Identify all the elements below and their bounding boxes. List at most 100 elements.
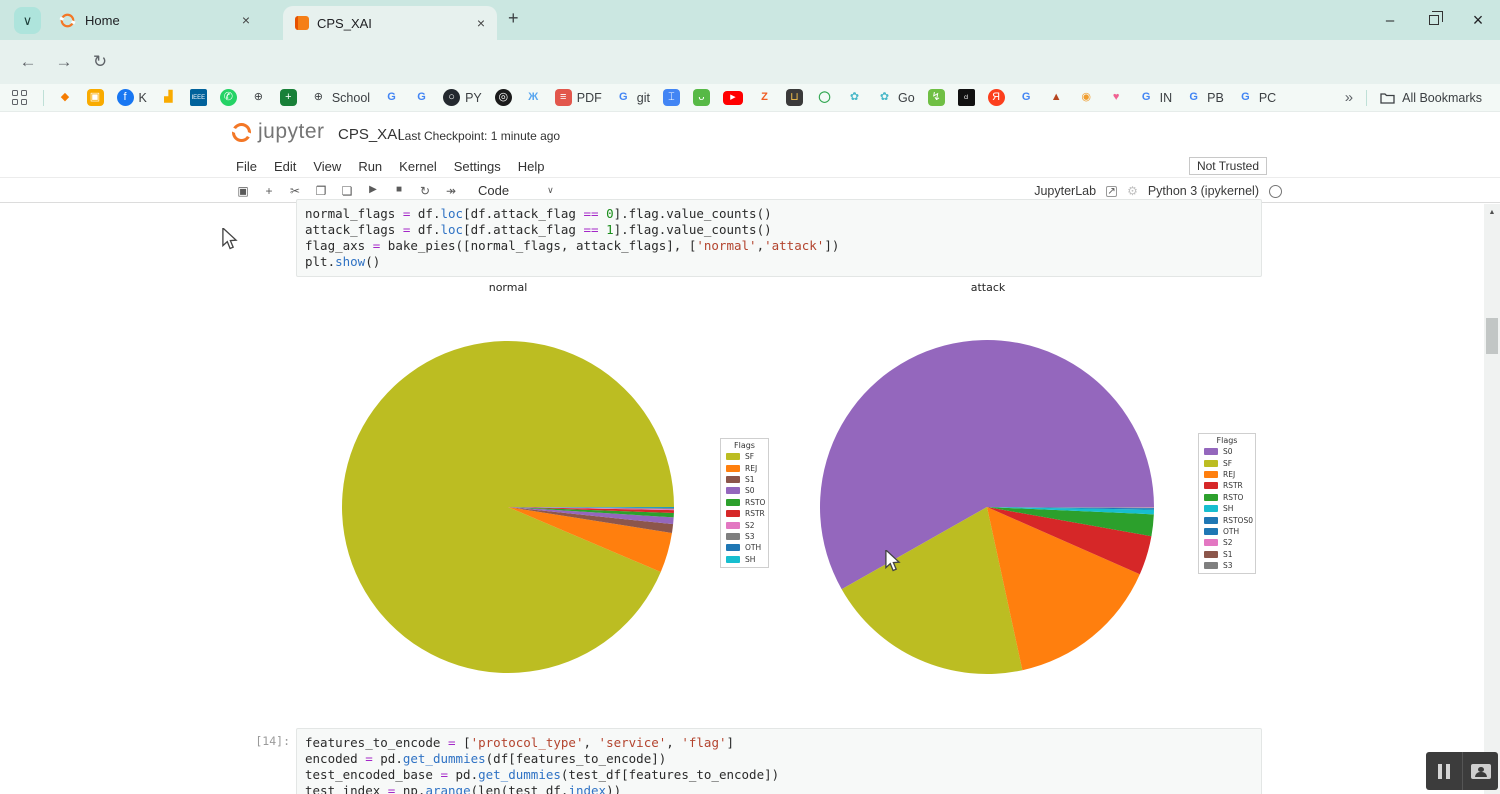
forward-button[interactable]: → [48,40,80,84]
bookmark-bag[interactable]: ⊔ [786,89,803,106]
legend-label: OTH [745,543,761,552]
legend-swatch [1204,460,1218,467]
cut-cell-icon[interactable]: ✂ [282,184,308,198]
bookmark-flower-go[interactable]: ✿Go [876,89,915,106]
bookmark-flower[interactable]: ✿ [846,89,863,106]
bookmark-android[interactable]: ᴗ [693,89,710,106]
legend-swatch [726,487,740,494]
bookmark-butterfly[interactable]: Ж [525,89,542,106]
save-icon[interactable]: ▣ [230,184,256,198]
legend-swatch [1204,528,1218,535]
legend-swatch [726,476,740,483]
bookmark-youtube[interactable]: ▶ [723,91,743,105]
back-button[interactable]: ← [12,40,44,84]
restart-run-all-icon[interactable]: ↠ [438,184,464,198]
bookmarks-overflow-button[interactable]: » [1345,89,1353,106]
legend-item: S1 [1204,549,1250,560]
bookmark-analytics[interactable]: ▟ [160,89,177,106]
legend-swatch [1204,551,1218,558]
scrollbar-thumb[interactable] [1486,318,1498,354]
kernel-name[interactable]: Python 3 (ipykernel) [1148,184,1259,198]
reload-button[interactable]: ↻ [84,40,116,84]
pause-recording-button[interactable] [1426,752,1462,790]
bookmark-google-pb[interactable]: GPB [1185,89,1224,106]
legend-label: SH [745,555,755,564]
bookmark-git[interactable]: Ggit [615,89,650,106]
bookmark-ieee[interactable]: IEEE [190,89,207,106]
legend-label: REJ [745,464,757,473]
bookmark-yandex[interactable]: Я [988,89,1005,106]
add-cell-icon[interactable]: + [256,184,282,198]
menu-run[interactable]: Run [358,159,382,174]
bookmark-github-py[interactable]: ○PY [443,89,482,106]
code-cell-input[interactable]: normal_flags = df.loc[df.attack_flag == … [296,199,1262,277]
bookmark-z[interactable]: Z [756,89,773,106]
tab-search-button[interactable]: ∨ [14,7,41,34]
pause-icon [1438,764,1450,779]
tab-close-icon[interactable]: × [242,12,250,28]
bookmark-heart[interactable]: ♥ [1108,89,1125,106]
legend-label: REJ [1223,470,1235,479]
webcam-pip-button[interactable] [1462,752,1498,790]
trust-status-badge[interactable]: Not Trusted [1189,157,1267,175]
menu-edit[interactable]: Edit [274,159,296,174]
legend-item: RSTO [1204,492,1250,503]
bookmark-google-1[interactable]: G [383,89,400,106]
cell-type-select[interactable]: Code [478,183,509,198]
bookmark-camera[interactable]: ▣ [87,89,104,106]
bookmark-google-pc[interactable]: GPC [1237,89,1276,106]
bookmark-youtube-icon: ▶ [723,91,743,105]
minimize-button[interactable]: – [1368,0,1412,40]
legend-swatch [1204,482,1218,489]
jupyterlab-link[interactable]: JupyterLab [1034,184,1096,198]
notebook-title[interactable]: CPS_XAI [338,126,401,143]
bookmark-green-cross[interactable]: + [280,89,297,106]
legend-swatch [1204,539,1218,546]
menu-settings[interactable]: Settings [454,159,501,174]
close-button[interactable]: × [1456,0,1500,40]
bookmark-z-icon: Z [756,89,773,106]
restore-button[interactable] [1412,0,1456,40]
bookmark-facebook[interactable]: fK [117,89,147,106]
tab-close-icon[interactable]: × [477,15,485,31]
apps-grid-icon[interactable] [12,90,27,105]
menu-kernel[interactable]: Kernel [399,159,437,174]
legend-label: RSTO [1223,493,1243,502]
all-bookmarks-button[interactable]: All Bookmarks [1380,91,1482,105]
bookmark-hotel[interactable]: ⌶ [663,89,680,106]
bookmark-globe[interactable]: ⊕ [250,89,267,106]
bookmark-git-label: git [637,91,650,105]
bookmark-pdf-icon: ≡ [555,89,572,106]
run-cell-icon[interactable]: ▶ [360,184,386,198]
bookmark-pdf[interactable]: ≡PDF [555,89,602,106]
bookmark-ring[interactable]: ◯ [816,89,833,106]
bookmark-kite[interactable]: ◆ [57,89,74,106]
menu-help[interactable]: Help [518,159,545,174]
gear-icon[interactable]: ⚙ [1127,184,1138,198]
bookmark-google-2[interactable]: G [413,89,430,106]
bookmark-whatsapp[interactable]: ✆ [220,89,237,106]
bookmark-matlab[interactable]: ▲ [1048,89,1065,106]
interrupt-kernel-icon[interactable]: ■ [386,184,412,198]
bookmark-google-in[interactable]: GIN [1138,89,1173,106]
bookmark-disc[interactable]: ◎ [495,89,512,106]
paste-cell-icon[interactable]: ❏ [334,184,360,198]
bookmark-eye[interactable]: ◉ [1078,89,1095,106]
tab-cps-xai[interactable]: CPS_XAI × [283,6,497,40]
copy-cell-icon[interactable]: ❐ [308,184,334,198]
notebook-favicon [295,16,309,30]
menu-view[interactable]: View [313,159,341,174]
bookmark-school[interactable]: ⊕School [310,89,370,106]
vertical-scrollbar[interactable]: ▲ [1484,204,1500,794]
restart-kernel-icon[interactable]: ↻ [412,184,438,198]
tab-home[interactable]: Home × [44,0,262,40]
bookmark-google-3[interactable]: G [1018,89,1035,106]
bookmark-cl[interactable]: cl [958,89,975,106]
code-cell-input[interactable]: features_to_encode = ['protocol_type', '… [296,728,1262,794]
bookmark-lightning[interactable]: ↯ [928,89,945,106]
new-tab-button[interactable]: + [508,8,519,29]
menu-file[interactable]: File [236,159,257,174]
scroll-up-arrow[interactable]: ▲ [1484,209,1500,216]
recording-control-overlay [1426,752,1498,790]
jupyter-menubar: File Edit View Run Kernel Settings Help [0,155,1500,178]
